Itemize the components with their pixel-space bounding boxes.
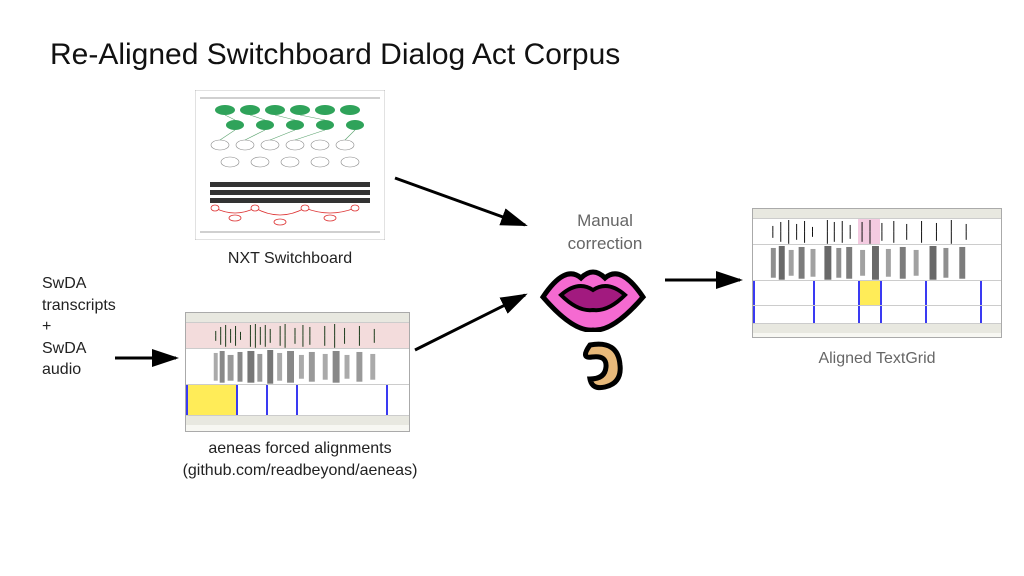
aligned-textgrid-figure <box>752 208 1002 338</box>
manual-correction-label: Manual correction <box>540 210 670 256</box>
aeneas-label-1: aeneas forced alignments <box>160 438 440 460</box>
ear-icon <box>570 335 630 395</box>
lips-icon <box>533 262 653 332</box>
nxt-switchboard-figure <box>195 90 385 240</box>
swda-input-label: SwDA transcripts + SwDA audio <box>42 273 152 381</box>
aeneas-figure <box>185 312 410 432</box>
aligned-label: Aligned TextGrid <box>752 348 1002 370</box>
nxt-label: NXT Switchboard <box>195 248 385 270</box>
aeneas-label-2: (github.com/readbeyond/aeneas) <box>160 460 440 482</box>
slide-title: Re-Aligned Switchboard Dialog Act Corpus <box>50 38 620 72</box>
